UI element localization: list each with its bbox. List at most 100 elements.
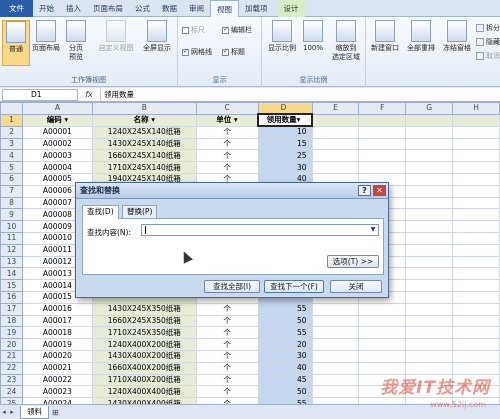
cell-empty[interactable] — [405, 172, 454, 186]
cell-empty[interactable] — [405, 208, 454, 222]
find-next-button[interactable]: 查找下一个(F) — [264, 280, 324, 293]
cell-quantity[interactable]: 30 — [257, 161, 313, 174]
cell-code[interactable]: A00020 — [21, 349, 93, 363]
cell-unit[interactable]: 个 — [195, 385, 259, 399]
page-break-preview-button[interactable]: 分页 预览 — [62, 20, 90, 62]
formula-bar-checkbox[interactable]: 编辑栏 — [222, 25, 252, 35]
row-header[interactable]: 24 — [0, 385, 23, 399]
cell-empty[interactable] — [452, 220, 500, 233]
unhide-button[interactable]: 取消隐藏 — [476, 51, 500, 61]
first-sheet-icon[interactable]: ◂ — [0, 408, 8, 416]
cell-unit[interactable]: 个 — [195, 302, 259, 316]
new-window-button[interactable]: 新建窗口 — [368, 20, 402, 53]
cell-unit[interactable]: 个 — [195, 349, 259, 363]
cell-quantity[interactable]: 15 — [257, 137, 313, 151]
tab-page-layout[interactable]: 页面布局 — [87, 0, 129, 17]
name-box[interactable]: D1 — [2, 88, 78, 101]
cell-name[interactable]: 1660X400X200纸箱 — [91, 361, 197, 375]
column-header-g[interactable]: G — [405, 102, 454, 115]
cell-empty[interactable] — [358, 125, 407, 139]
cell-name[interactable]: 1660X245X350纸箱 — [91, 314, 197, 328]
tab-file[interactable]: 文件 — [0, 0, 33, 17]
cell-empty[interactable] — [311, 302, 360, 316]
cell-empty[interactable] — [405, 196, 454, 210]
cell-empty[interactable] — [358, 302, 407, 316]
cell-name[interactable]: 1660X245X140纸箱 — [91, 149, 197, 163]
row-header[interactable]: 14 — [0, 267, 23, 281]
cell-empty[interactable] — [405, 125, 454, 139]
ruler-checkbox[interactable]: 标尺 — [182, 25, 205, 35]
cell-quantity[interactable]: 55 — [257, 326, 313, 340]
tab-view[interactable]: 视图 — [210, 0, 239, 17]
cell-unit[interactable]: 个 — [195, 149, 259, 163]
cell-empty[interactable] — [452, 314, 500, 328]
sheet-tab[interactable]: 领料 — [20, 405, 49, 419]
zoom-100-button[interactable]: 100% — [300, 20, 326, 53]
row-header[interactable]: 6 — [0, 172, 23, 186]
cell-name[interactable]: 1430X400X200纸箱 — [91, 349, 197, 363]
gridlines-checkbox[interactable]: 网格线 — [182, 47, 212, 57]
cell-code[interactable]: A00018 — [21, 326, 93, 340]
cell-code[interactable]: A00021 — [21, 361, 93, 375]
cell-empty[interactable] — [311, 349, 360, 363]
cell-code[interactable]: A00019 — [21, 338, 93, 351]
cell-empty[interactable] — [405, 326, 454, 340]
cell-empty[interactable] — [452, 290, 500, 304]
cell-empty[interactable] — [358, 149, 407, 163]
column-header-b[interactable]: B — [91, 102, 197, 115]
cell-empty[interactable] — [405, 220, 454, 233]
cell-empty[interactable] — [311, 161, 360, 174]
cell-code[interactable]: A00001 — [21, 125, 93, 139]
row-header[interactable]: 19 — [0, 326, 23, 340]
row-header[interactable]: 1 — [0, 113, 23, 127]
cell-empty[interactable] — [452, 338, 500, 351]
row-header[interactable]: 13 — [0, 255, 23, 269]
tab-data[interactable]: 数据 — [156, 0, 183, 17]
zoom-button[interactable]: 显示比例 — [266, 20, 298, 53]
cell-code[interactable]: A00002 — [21, 137, 93, 151]
hide-button[interactable]: 隐藏 — [476, 37, 500, 47]
cell-empty[interactable] — [405, 255, 454, 269]
tab-formulas[interactable]: 公式 — [129, 0, 156, 17]
cell-unit[interactable]: 个 — [195, 314, 259, 328]
page-layout-view-button[interactable]: 页面布局 — [32, 20, 60, 53]
tab-find[interactable]: 查找(D) — [82, 205, 119, 219]
row-header[interactable]: 9 — [0, 208, 23, 222]
dialog-title-bar[interactable]: 查找和替换 ? ✕ — [76, 183, 388, 199]
row-header[interactable]: 3 — [0, 137, 23, 151]
row-header[interactable]: 2 — [0, 125, 23, 139]
fx-icon[interactable]: fx — [78, 90, 100, 99]
last-sheet-icon[interactable]: ▸ — [8, 408, 16, 416]
cell-empty[interactable] — [405, 149, 454, 163]
cell-unit[interactable]: 个 — [195, 161, 259, 174]
cell-empty[interactable] — [405, 161, 454, 174]
cell-empty[interactable] — [405, 338, 454, 351]
tab-home[interactable]: 开始 — [33, 0, 60, 17]
cell-empty[interactable] — [452, 208, 500, 222]
cell-empty[interactable] — [358, 314, 407, 328]
cell-quantity[interactable]: 50 — [257, 385, 313, 399]
normal-view-button[interactable]: 普通 — [2, 20, 30, 66]
row-header[interactable]: 5 — [0, 161, 23, 174]
cell-name[interactable]: 1240X400X400纸箱 — [91, 385, 197, 399]
options-button[interactable]: 选项(T) >> — [327, 255, 379, 268]
row-header[interactable]: 17 — [0, 302, 23, 316]
row-header[interactable]: 18 — [0, 314, 23, 328]
cell-empty[interactable] — [452, 137, 500, 151]
cell-empty[interactable] — [311, 137, 360, 151]
cell-quantity[interactable]: 20 — [257, 338, 313, 351]
cell-empty[interactable] — [452, 149, 500, 163]
row-header[interactable]: 22 — [0, 361, 23, 375]
cell-empty[interactable] — [311, 338, 360, 351]
headings-checkbox[interactable]: 标题 — [222, 47, 245, 57]
cell-quantity[interactable]: 55 — [257, 302, 313, 316]
cell-empty[interactable] — [452, 231, 500, 245]
row-header[interactable]: 7 — [0, 184, 23, 198]
cell-empty[interactable] — [358, 161, 407, 174]
row-header[interactable]: 23 — [0, 373, 23, 387]
cell-empty[interactable] — [452, 302, 500, 316]
cell-name[interactable]: 1710X245X140纸箱 — [91, 161, 197, 174]
cell-code[interactable]: A00022 — [21, 373, 93, 387]
cell-unit[interactable]: 个 — [195, 125, 259, 139]
cell-quantity[interactable]: 30 — [257, 349, 313, 363]
